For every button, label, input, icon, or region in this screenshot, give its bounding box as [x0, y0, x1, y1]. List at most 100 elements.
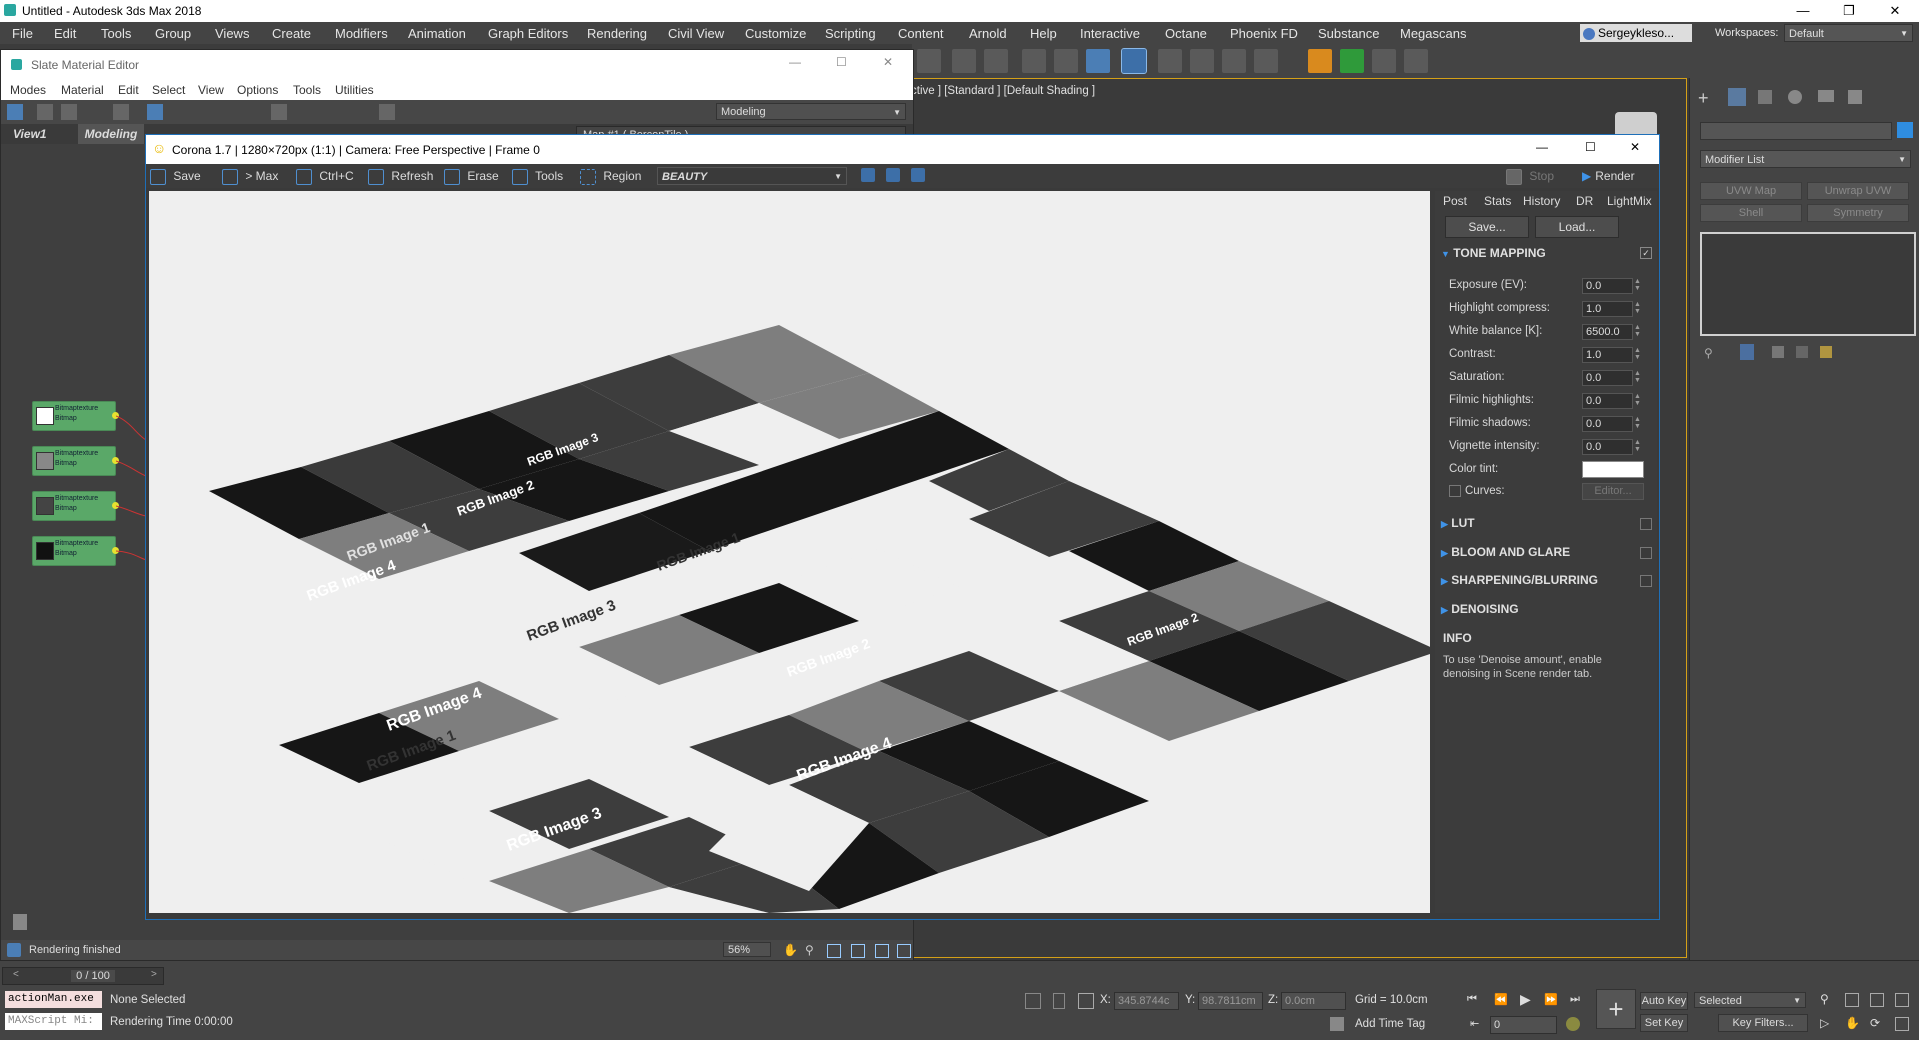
menu-create[interactable]: Create [272, 26, 311, 41]
sharpening-section[interactable]: ▶ SHARPENING/BLURRING [1441, 573, 1598, 587]
next-frame-icon[interactable]: ⏩ [1544, 993, 1558, 1006]
layer-icon[interactable] [917, 49, 941, 73]
material-editor-icon[interactable] [1121, 48, 1147, 74]
slate-menu-tools[interactable]: Tools [293, 83, 321, 97]
bitmap-node[interactable]: Bitmaptexture Bitmap [32, 491, 119, 521]
object-color-swatch[interactable] [1897, 122, 1913, 138]
slate-menu-modes[interactable]: Modes [10, 83, 46, 97]
maximize-viewport-icon[interactable] [1895, 1017, 1909, 1031]
exposure-spinner[interactable]: ▲ ▼ [1634, 278, 1641, 292]
minimize-button[interactable]: — [1780, 0, 1826, 22]
vfb-maximize-button[interactable]: ☐ [1585, 140, 1596, 154]
tab-stats[interactable]: Stats [1484, 194, 1511, 208]
modify-tab-icon[interactable] [1728, 88, 1746, 106]
tone-mapping-section[interactable]: ▼ TONE MAPPING [1441, 246, 1546, 260]
saturation-field[interactable]: 0.0 [1582, 370, 1633, 386]
uvw-map-button[interactable]: UVW Map [1700, 182, 1802, 200]
assign-material-icon[interactable] [61, 104, 77, 120]
slate-menu-options[interactable]: Options [237, 83, 278, 97]
layout-icon[interactable] [271, 104, 287, 120]
shell-button[interactable]: Shell [1700, 204, 1802, 222]
curve-editor-icon[interactable] [1022, 49, 1046, 73]
tab-view1[interactable]: View1 [13, 127, 47, 141]
go-to-end-icon[interactable]: ⏭ [1570, 993, 1580, 1006]
show-in-viewport-icon[interactable] [147, 104, 163, 120]
bloom-glare-checkbox[interactable] [1640, 547, 1652, 559]
vfb-minimize-button[interactable]: — [1536, 140, 1548, 154]
slate-menu-edit[interactable]: Edit [118, 83, 139, 97]
bitmap-node[interactable]: Bitmaptexture Bitmap [32, 401, 119, 431]
menu-interactive[interactable]: Interactive [1080, 26, 1140, 41]
menu-arnold[interactable]: Arnold [969, 26, 1007, 41]
menu-substance[interactable]: Substance [1318, 26, 1379, 41]
isolate-icon[interactable] [1025, 993, 1041, 1009]
vfb-save-button[interactable]: Save [150, 167, 201, 185]
maxscript-listener-2[interactable]: MAXScript Mi: [5, 1013, 102, 1030]
scene-explorer-icon[interactable] [952, 49, 976, 73]
slate-mode-dropdown[interactable]: Modeling ▼ [716, 103, 906, 120]
tab-history[interactable]: History [1523, 194, 1560, 208]
menu-rendering[interactable]: Rendering [587, 26, 647, 41]
lut-checkbox[interactable] [1640, 518, 1652, 530]
remove-modifier-icon[interactable] [1796, 346, 1808, 358]
make-unique-icon[interactable] [1772, 346, 1784, 358]
slate-menu-select[interactable]: Select [152, 83, 185, 97]
render-frame-icon[interactable] [1190, 49, 1214, 73]
restore-button[interactable]: ❐ [1826, 0, 1872, 22]
transform-mode-icon[interactable] [1078, 993, 1094, 1009]
filmic-shadows-field[interactable]: 0.0 [1582, 416, 1633, 432]
pin-stack-icon[interactable]: ⚲ [1704, 346, 1713, 360]
curves-editor-button[interactable]: Editor... [1582, 483, 1644, 500]
zoom-extents-icon[interactable] [1870, 993, 1884, 1007]
slate-zoom-dropdown[interactable]: 56% [723, 942, 771, 957]
display-tab-icon[interactable] [1818, 90, 1834, 102]
key-selection-dropdown[interactable]: Selected ▼ [1694, 992, 1806, 1008]
workspace-dropdown[interactable]: Default ▼ [1784, 24, 1913, 42]
activeshade-icon[interactable] [1254, 49, 1278, 73]
highlight-compress-field[interactable]: 1.0 [1582, 301, 1633, 317]
key-mode-icon[interactable]: ⇤ [1470, 1017, 1479, 1030]
white-balance-spinner[interactable]: ▲ ▼ [1634, 324, 1641, 338]
slate-menu-view[interactable]: View [198, 83, 224, 97]
vfb-refresh-button[interactable]: Refresh [368, 167, 433, 185]
add-time-tag[interactable]: Add Time Tag [1355, 1018, 1425, 1030]
menu-content[interactable]: Content [898, 26, 944, 41]
user-account-dropdown[interactable]: Sergeykleso... [1580, 24, 1692, 42]
channel-dropdown[interactable]: BEAUTY ▼ [657, 167, 847, 185]
vfb-tools-button[interactable]: Tools [512, 167, 563, 185]
menu-civil-view[interactable]: Civil View [668, 26, 724, 41]
menu-phoenix-fd[interactable]: Phoenix FD [1230, 26, 1298, 41]
render-setup-icon[interactable] [1158, 49, 1182, 73]
current-frame-field[interactable]: 0 [1490, 1016, 1557, 1034]
menu-modifiers[interactable]: Modifiers [335, 26, 388, 41]
show-end-result-icon[interactable] [1740, 344, 1754, 360]
zoom-icon[interactable]: ⚲ [1820, 992, 1829, 1006]
curves-checkbox[interactable] [1449, 485, 1461, 497]
railclone-icon[interactable] [1340, 49, 1364, 73]
motion-tab-icon[interactable] [1788, 90, 1802, 104]
filmic-highlights-spinner[interactable]: ▲ ▼ [1634, 393, 1641, 407]
auto-key-button[interactable]: Auto Key [1640, 992, 1688, 1010]
post-load-button[interactable]: Load... [1535, 216, 1619, 238]
slate-maximize-button[interactable]: ☐ [836, 55, 847, 69]
ribbon-icon[interactable] [984, 49, 1008, 73]
bitmap-node[interactable]: Bitmaptexture Bitmap [32, 446, 119, 476]
set-key-button[interactable]: Set Key [1640, 1014, 1688, 1032]
menu-file[interactable]: File [12, 26, 33, 41]
field-of-view-icon[interactable]: ▷ [1820, 1016, 1829, 1030]
filmic-shadows-spinner[interactable]: ▲ ▼ [1634, 416, 1641, 430]
menu-tools[interactable]: Tools [101, 26, 131, 41]
hierarchy-tab-icon[interactable] [1758, 90, 1772, 104]
tools-icon[interactable] [1372, 49, 1396, 73]
go-to-start-icon[interactable]: ⏮ [1467, 993, 1477, 1006]
menu-octane[interactable]: Octane [1165, 26, 1207, 41]
slate-menu-material[interactable]: Material [61, 83, 104, 97]
vfb-to-max-button[interactable]: > Max [222, 167, 278, 185]
zoom-out-icon[interactable] [886, 168, 900, 182]
configure-sets-icon[interactable] [1820, 346, 1832, 358]
menu-graph-editors[interactable]: Graph Editors [488, 26, 568, 41]
vfb-render-button[interactable]: ▶ Render [1582, 167, 1635, 185]
fit-icon[interactable] [897, 944, 911, 958]
symmetry-button[interactable]: Symmetry [1807, 204, 1909, 222]
play-icon[interactable]: ▶ [1520, 991, 1531, 1008]
